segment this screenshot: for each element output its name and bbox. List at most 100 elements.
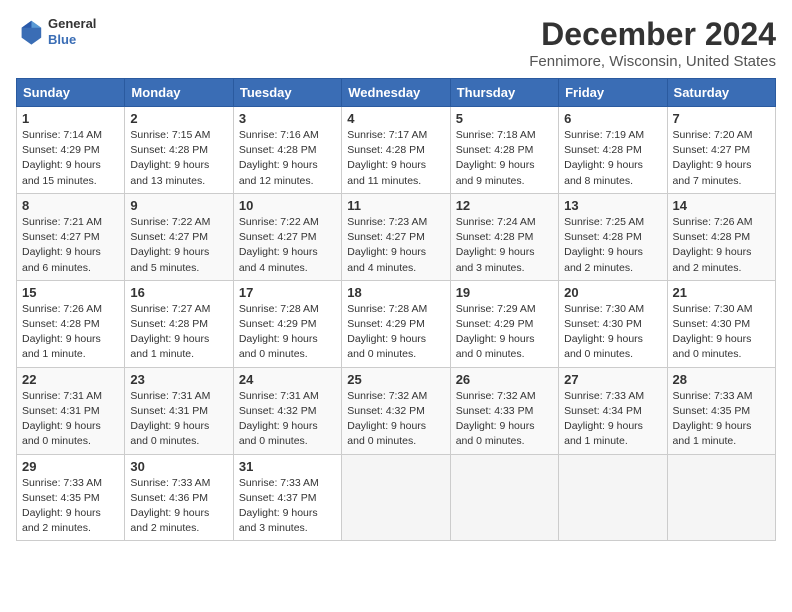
- day-detail: Sunrise: 7:18 AMSunset: 4:28 PMDaylight:…: [456, 128, 553, 189]
- day-detail: Sunrise: 7:26 AMSunset: 4:28 PMDaylight:…: [673, 215, 770, 276]
- logo-text: General Blue: [48, 16, 96, 47]
- day-detail: Sunrise: 7:25 AMSunset: 4:28 PMDaylight:…: [564, 215, 661, 276]
- calendar-cell: 13 Sunrise: 7:25 AMSunset: 4:28 PMDayligh…: [559, 193, 667, 280]
- weekday-header-wednesday: Wednesday: [342, 79, 450, 107]
- calendar-cell: [559, 454, 667, 541]
- day-detail: Sunrise: 7:21 AMSunset: 4:27 PMDaylight:…: [22, 215, 119, 276]
- day-number: 3: [239, 111, 336, 126]
- calendar-cell: 12 Sunrise: 7:24 AMSunset: 4:28 PMDayligh…: [450, 193, 558, 280]
- day-detail: Sunrise: 7:32 AMSunset: 4:33 PMDaylight:…: [456, 389, 553, 450]
- calendar-cell: 11Sunrise: 7:23 AMSunset: 4:27 PMDayligh…: [342, 193, 450, 280]
- day-detail: Sunrise: 7:32 AMSunset: 4:32 PMDaylight:…: [347, 389, 444, 450]
- day-number: 20: [564, 285, 661, 300]
- day-number: 30: [130, 459, 227, 474]
- calendar-cell: 29Sunrise: 7:33 AMSunset: 4:35 PMDayligh…: [17, 454, 125, 541]
- calendar-cell: [450, 454, 558, 541]
- day-detail: Sunrise: 7:33 AMSunset: 4:35 PMDaylight:…: [673, 389, 770, 450]
- day-number: 29: [22, 459, 119, 474]
- day-detail: Sunrise: 7:15 AMSunset: 4:28 PMDaylight:…: [130, 128, 227, 189]
- calendar-table: SundayMondayTuesdayWednesdayThursdayFrid…: [16, 78, 776, 541]
- calendar-cell: 20 Sunrise: 7:30 AMSunset: 4:30 PMDayligh…: [559, 280, 667, 367]
- calendar-cell: 22Sunrise: 7:31 AMSunset: 4:31 PMDayligh…: [17, 367, 125, 454]
- calendar-cell: 19 Sunrise: 7:29 AMSunset: 4:29 PMDayligh…: [450, 280, 558, 367]
- calendar-cell: 23 Sunrise: 7:31 AMSunset: 4:31 PMDayligh…: [125, 367, 233, 454]
- weekday-header-tuesday: Tuesday: [233, 79, 341, 107]
- day-detail: Sunrise: 7:33 AMSunset: 4:37 PMDaylight:…: [239, 476, 336, 537]
- page-title: December 2024: [529, 16, 776, 53]
- calendar-cell: 1 Sunrise: 7:14 AMSunset: 4:29 PMDaylight…: [17, 107, 125, 194]
- day-detail: Sunrise: 7:22 AMSunset: 4:27 PMDaylight:…: [239, 215, 336, 276]
- calendar-cell: 24 Sunrise: 7:31 AMSunset: 4:32 PMDayligh…: [233, 367, 341, 454]
- calendar-cell: 21 Sunrise: 7:30 AMSunset: 4:30 PMDayligh…: [667, 280, 775, 367]
- calendar-cell: 18Sunrise: 7:28 AMSunset: 4:29 PMDayligh…: [342, 280, 450, 367]
- logo-line1: General: [48, 16, 96, 32]
- logo-icon: [16, 18, 44, 46]
- day-number: 23: [130, 372, 227, 387]
- calendar-cell: 3 Sunrise: 7:16 AMSunset: 4:28 PMDaylight…: [233, 107, 341, 194]
- day-number: 12: [456, 198, 553, 213]
- day-number: 24: [239, 372, 336, 387]
- calendar-week-row: 29Sunrise: 7:33 AMSunset: 4:35 PMDayligh…: [17, 454, 776, 541]
- day-detail: Sunrise: 7:19 AMSunset: 4:28 PMDaylight:…: [564, 128, 661, 189]
- weekday-header-monday: Monday: [125, 79, 233, 107]
- day-detail: Sunrise: 7:14 AMSunset: 4:29 PMDaylight:…: [22, 128, 119, 189]
- day-number: 6: [564, 111, 661, 126]
- day-number: 13: [564, 198, 661, 213]
- logo: General Blue: [16, 16, 96, 47]
- calendar-cell: 30 Sunrise: 7:33 AMSunset: 4:36 PMDayligh…: [125, 454, 233, 541]
- day-number: 2: [130, 111, 227, 126]
- calendar-cell: 10 Sunrise: 7:22 AMSunset: 4:27 PMDayligh…: [233, 193, 341, 280]
- day-number: 19: [456, 285, 553, 300]
- day-number: 18: [347, 285, 444, 300]
- day-detail: Sunrise: 7:24 AMSunset: 4:28 PMDaylight:…: [456, 215, 553, 276]
- day-number: 21: [673, 285, 770, 300]
- day-number: 28: [673, 372, 770, 387]
- day-detail: Sunrise: 7:31 AMSunset: 4:31 PMDaylight:…: [22, 389, 119, 450]
- logo-line2: Blue: [48, 32, 96, 48]
- day-number: 31: [239, 459, 336, 474]
- day-number: 1: [22, 111, 119, 126]
- calendar-cell: 14 Sunrise: 7:26 AMSunset: 4:28 PMDayligh…: [667, 193, 775, 280]
- day-number: 14: [673, 198, 770, 213]
- calendar-cell: 5 Sunrise: 7:18 AMSunset: 4:28 PMDaylight…: [450, 107, 558, 194]
- calendar-cell: [342, 454, 450, 541]
- calendar-cell: 26Sunrise: 7:32 AMSunset: 4:33 PMDayligh…: [450, 367, 558, 454]
- calendar-cell: 27Sunrise: 7:33 AMSunset: 4:34 PMDayligh…: [559, 367, 667, 454]
- day-detail: Sunrise: 7:27 AMSunset: 4:28 PMDaylight:…: [130, 302, 227, 363]
- weekday-header-row: SundayMondayTuesdayWednesdayThursdayFrid…: [17, 79, 776, 107]
- weekday-header-friday: Friday: [559, 79, 667, 107]
- day-detail: Sunrise: 7:33 AMSunset: 4:36 PMDaylight:…: [130, 476, 227, 537]
- title-area: December 2024 Fennimore, Wisconsin, Unit…: [529, 16, 776, 70]
- calendar-cell: 25Sunrise: 7:32 AMSunset: 4:32 PMDayligh…: [342, 367, 450, 454]
- day-number: 7: [673, 111, 770, 126]
- calendar-cell: 6 Sunrise: 7:19 AMSunset: 4:28 PMDaylight…: [559, 107, 667, 194]
- day-detail: Sunrise: 7:22 AMSunset: 4:27 PMDaylight:…: [130, 215, 227, 276]
- day-detail: Sunrise: 7:33 AMSunset: 4:34 PMDaylight:…: [564, 389, 661, 450]
- day-detail: Sunrise: 7:16 AMSunset: 4:28 PMDaylight:…: [239, 128, 336, 189]
- day-detail: Sunrise: 7:31 AMSunset: 4:32 PMDaylight:…: [239, 389, 336, 450]
- calendar-week-row: 22Sunrise: 7:31 AMSunset: 4:31 PMDayligh…: [17, 367, 776, 454]
- calendar-cell: 17 Sunrise: 7:28 AMSunset: 4:29 PMDayligh…: [233, 280, 341, 367]
- calendar-cell: 7Sunrise: 7:20 AMSunset: 4:27 PMDaylight…: [667, 107, 775, 194]
- weekday-header-thursday: Thursday: [450, 79, 558, 107]
- day-number: 10: [239, 198, 336, 213]
- calendar-week-row: 8Sunrise: 7:21 AMSunset: 4:27 PMDaylight…: [17, 193, 776, 280]
- day-detail: Sunrise: 7:28 AMSunset: 4:29 PMDaylight:…: [239, 302, 336, 363]
- day-detail: Sunrise: 7:26 AMSunset: 4:28 PMDaylight:…: [22, 302, 119, 363]
- weekday-header-saturday: Saturday: [667, 79, 775, 107]
- calendar-cell: 31 Sunrise: 7:33 AMSunset: 4:37 PMDayligh…: [233, 454, 341, 541]
- calendar-cell: 4Sunrise: 7:17 AMSunset: 4:28 PMDaylight…: [342, 107, 450, 194]
- header: General Blue December 2024 Fennimore, Wi…: [16, 16, 776, 70]
- day-number: 17: [239, 285, 336, 300]
- day-detail: Sunrise: 7:30 AMSunset: 4:30 PMDaylight:…: [564, 302, 661, 363]
- day-number: 11: [347, 198, 444, 213]
- day-detail: Sunrise: 7:30 AMSunset: 4:30 PMDaylight:…: [673, 302, 770, 363]
- page-subtitle: Fennimore, Wisconsin, United States: [529, 53, 776, 70]
- day-number: 5: [456, 111, 553, 126]
- day-detail: Sunrise: 7:29 AMSunset: 4:29 PMDaylight:…: [456, 302, 553, 363]
- calendar-week-row: 15Sunrise: 7:26 AMSunset: 4:28 PMDayligh…: [17, 280, 776, 367]
- day-detail: Sunrise: 7:31 AMSunset: 4:31 PMDaylight:…: [130, 389, 227, 450]
- calendar-cell: 28 Sunrise: 7:33 AMSunset: 4:35 PMDayligh…: [667, 367, 775, 454]
- day-number: 9: [130, 198, 227, 213]
- calendar-cell: 16Sunrise: 7:27 AMSunset: 4:28 PMDayligh…: [125, 280, 233, 367]
